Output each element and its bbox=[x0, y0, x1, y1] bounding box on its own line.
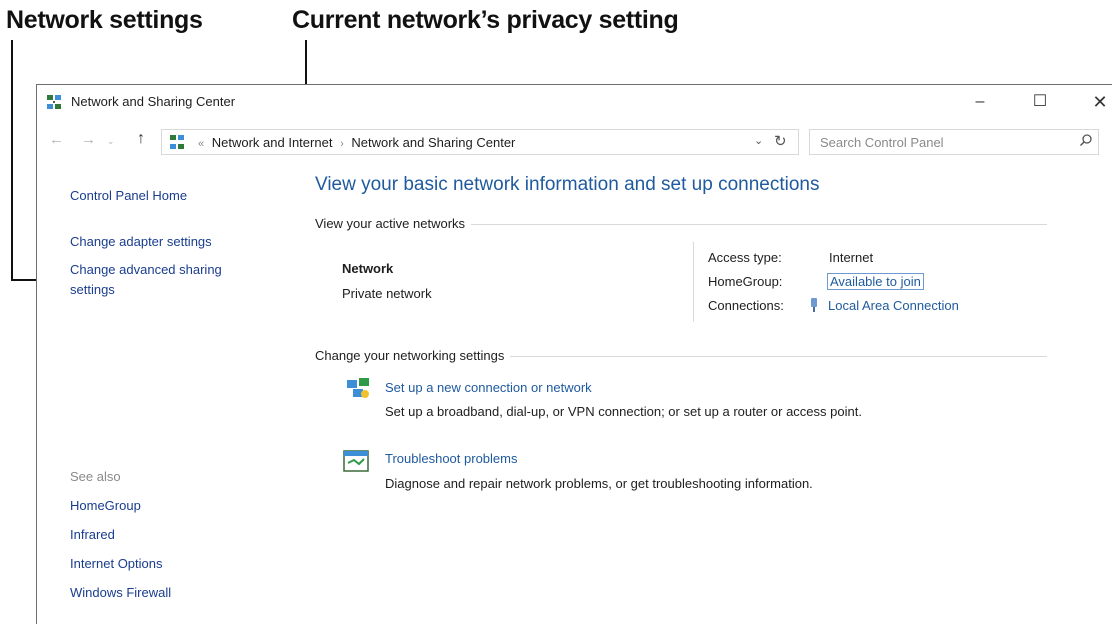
control-panel-home-link[interactable]: Control Panel Home bbox=[70, 187, 187, 205]
search-input[interactable] bbox=[809, 129, 1099, 155]
windows-firewall-link[interactable]: Windows Firewall bbox=[70, 584, 171, 602]
troubleshoot-link[interactable]: Troubleshoot problems bbox=[385, 451, 517, 466]
minimize-button[interactable]: – bbox=[957, 88, 1003, 116]
title-bar: Network and Sharing Center – ☐ ✕ bbox=[37, 85, 1112, 119]
callout-line bbox=[11, 40, 13, 280]
address-bar[interactable]: « Network and Internet › Network and Sha… bbox=[161, 129, 799, 155]
homegroup-join-link[interactable]: Available to join bbox=[827, 273, 924, 290]
active-networks-heading: View your active networks bbox=[315, 216, 472, 231]
callout-network-settings: Network settings bbox=[6, 6, 203, 34]
connections-label: Connections: bbox=[708, 298, 784, 313]
callout-privacy-setting: Current network’s privacy setting bbox=[292, 6, 679, 34]
chevron-down-icon[interactable]: ⌄ bbox=[754, 134, 763, 147]
control-panel-window: Network and Sharing Center – ☐ ✕ ← → ⌄ ↑… bbox=[36, 84, 1112, 624]
change-advanced-sharing-link-cont[interactable]: settings bbox=[70, 281, 115, 299]
network-center-icon bbox=[170, 135, 184, 149]
breadcrumb-separator[interactable]: › bbox=[336, 138, 348, 150]
info-divider bbox=[693, 242, 694, 322]
local-area-connection-link[interactable]: Local Area Connection bbox=[828, 298, 959, 313]
change-advanced-sharing-link[interactable]: Change advanced sharing bbox=[70, 261, 222, 279]
window-title: Network and Sharing Center bbox=[71, 94, 236, 109]
troubleshoot-description: Diagnose and repair network problems, or… bbox=[385, 476, 813, 491]
breadcrumb-overflow[interactable]: « bbox=[194, 138, 208, 150]
page-title: View your basic network information and … bbox=[315, 174, 820, 195]
access-type-label: Access type: bbox=[708, 250, 782, 265]
homegroup-link[interactable]: HomeGroup bbox=[70, 497, 141, 515]
breadcrumb-network-internet[interactable]: Network and Internet bbox=[212, 135, 333, 150]
up-arrow-icon[interactable]: ↑ bbox=[137, 130, 145, 148]
new-connection-icon bbox=[347, 378, 369, 398]
troubleshoot-icon bbox=[343, 450, 369, 472]
network-center-icon bbox=[47, 95, 61, 109]
internet-options-link[interactable]: Internet Options bbox=[70, 555, 163, 573]
breadcrumb: « Network and Internet › Network and Sha… bbox=[194, 135, 515, 150]
breadcrumb-sharing-center[interactable]: Network and Sharing Center bbox=[351, 135, 515, 150]
network-name: Network bbox=[342, 261, 394, 276]
homegroup-label: HomeGroup: bbox=[708, 274, 783, 289]
recent-locations-icon[interactable]: ⌄ bbox=[107, 136, 115, 147]
ethernet-icon bbox=[811, 298, 817, 312]
forward-arrow-icon[interactable]: → bbox=[81, 131, 96, 148]
network-privacy-type: Private network bbox=[342, 286, 432, 301]
back-arrow-icon[interactable]: ← bbox=[49, 131, 64, 148]
change-adapter-settings-link[interactable]: Change adapter settings bbox=[70, 233, 212, 251]
infrared-link[interactable]: Infrared bbox=[70, 526, 115, 544]
setup-connection-description: Set up a broadband, dial-up, or VPN conn… bbox=[385, 404, 862, 419]
setup-connection-link[interactable]: Set up a new connection or network bbox=[385, 380, 592, 395]
search-icon[interactable] bbox=[1079, 133, 1093, 147]
navigation-bar: ← → ⌄ ↑ « Network and Internet › Network… bbox=[37, 127, 1112, 159]
see-also-heading: See also bbox=[70, 469, 121, 484]
refresh-icon[interactable]: ↻ bbox=[774, 132, 787, 150]
change-settings-heading: Change your networking settings bbox=[315, 348, 511, 363]
close-button[interactable]: ✕ bbox=[1077, 88, 1112, 116]
maximize-button[interactable]: ☐ bbox=[1017, 88, 1063, 116]
access-type-value: Internet bbox=[829, 250, 874, 265]
